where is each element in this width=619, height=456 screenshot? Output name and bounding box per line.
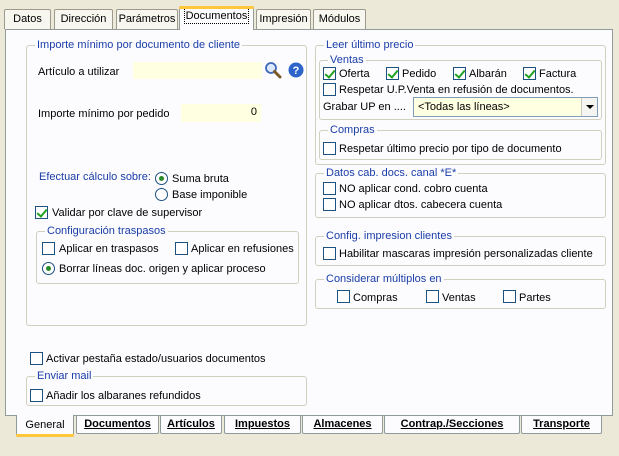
tab-articulos[interactable]: Artículos: [160, 416, 222, 434]
albaran-checkbox[interactable]: [453, 67, 466, 80]
respetar-up-label: Respetar U.P.Venta en refusión de docume…: [339, 84, 574, 96]
tab-transporte[interactable]: Transporte: [521, 416, 602, 434]
respetar-compras-checkbox[interactable]: [323, 142, 336, 155]
tab-impresion[interactable]: Impresión: [256, 9, 311, 29]
tab-bottom-documentos[interactable]: Documentos: [76, 416, 159, 434]
activar-pestana-label: Activar pestaña estado/usuarios document…: [46, 353, 266, 365]
tab-parametros-label: Parámetros: [118, 13, 176, 25]
multiplos-title: Considerar múltiplos en: [324, 272, 444, 286]
no-dtos-checkbox[interactable]: [323, 198, 336, 211]
pedido-checkbox[interactable]: [386, 67, 399, 80]
svg-text:?: ?: [293, 65, 300, 77]
tab-transporte-label: Transporte: [533, 418, 590, 430]
tab-general[interactable]: General: [16, 415, 74, 437]
borrar-lineas-label: Borrar líneas doc. origen y aplicar proc…: [59, 263, 266, 275]
tab-parametros[interactable]: Parámetros: [116, 9, 178, 29]
aplicar-traspasos-label: Aplicar en traspasos: [59, 243, 159, 255]
factura-checkbox[interactable]: [523, 67, 536, 80]
tab-modulos-label: Módulos: [318, 13, 361, 25]
ventas-title: Ventas: [328, 53, 366, 67]
tab-general-label: General: [25, 419, 65, 431]
tab-modulos[interactable]: Módulos: [313, 9, 366, 29]
base-imponible-radio[interactable]: [155, 188, 168, 201]
validar-supervisor-checkbox[interactable]: [35, 206, 48, 219]
importe-pedido-input[interactable]: 0: [181, 104, 261, 122]
documentos-panel: Importe mínimo por documento de cliente …: [5, 29, 613, 416]
tab-bottom-documentos-label: Documentos: [84, 418, 151, 430]
calculo-label: Efectuar cálculo sobre:: [39, 171, 151, 183]
validar-supervisor-label: Validar por clave de supervisor: [52, 207, 203, 219]
multiplos-ventas-label: Ventas: [442, 292, 476, 304]
oferta-label: Oferta: [339, 68, 370, 80]
enviar-mail-title: Enviar mail: [35, 369, 94, 383]
tab-contrap-secciones-label: Contrap./Secciones: [400, 418, 504, 430]
grabar-up-value: <Todas las líneas>: [418, 101, 510, 113]
search-icon[interactable]: [264, 61, 282, 79]
traspasos-group: Configuración traspasos: [36, 224, 299, 284]
aplicar-traspasos-checkbox[interactable]: [42, 242, 55, 255]
borrar-lineas-radio[interactable]: [42, 262, 55, 275]
base-imponible-label: Base imponible: [172, 189, 248, 201]
albaran-label: Albarán: [469, 68, 507, 80]
tab-impresion-label: Impresión: [259, 13, 308, 25]
no-cobro-label: NO aplicar cond. cobro cuenta: [339, 183, 488, 195]
tab-documentos[interactable]: Documentos: [179, 6, 254, 30]
tab-almacenes[interactable]: Almacenes: [302, 416, 383, 434]
grabar-up-label: Grabar UP en ....: [323, 101, 406, 113]
no-dtos-label: NO aplicar dtos. cabecera cuenta: [339, 199, 503, 211]
pedido-label: Pedido: [402, 68, 437, 80]
activar-pestana-checkbox[interactable]: [30, 352, 43, 365]
multiplos-partes-label: Partes: [519, 292, 551, 304]
tab-direccion[interactable]: Dirección: [54, 9, 113, 29]
tab-documentos-label: Documentos: [183, 8, 250, 24]
tab-almacenes-label: Almacenes: [313, 418, 372, 430]
traspasos-title: Configuración traspasos: [45, 224, 168, 238]
tab-datos[interactable]: Datos: [4, 9, 51, 29]
habilitar-mascaras-checkbox[interactable]: [323, 247, 336, 260]
importe-pedido-label: Importe mínimo por pedido: [38, 108, 170, 120]
help-icon[interactable]: ?: [288, 62, 304, 78]
multiplos-compras-checkbox[interactable]: [337, 290, 350, 303]
articulo-label: Artículo a utilizar: [38, 66, 120, 78]
multiplos-partes-checkbox[interactable]: [503, 290, 516, 303]
respetar-up-checkbox[interactable]: [323, 83, 336, 96]
aplicar-refusiones-label: Aplicar en refusiones: [191, 243, 294, 255]
tab-datos-label: Datos: [13, 13, 42, 25]
oferta-checkbox[interactable]: [323, 67, 336, 80]
anadir-albaranes-label: Añadir los albaranes refundidos: [46, 390, 201, 402]
top-tab-bar: Datos Dirección Parámetros Documentos Im…: [0, 0, 619, 30]
articulo-input[interactable]: [133, 62, 262, 79]
tab-impuestos[interactable]: Impuestos: [224, 416, 301, 434]
tab-contrap-secciones[interactable]: Contrap./Secciones: [384, 416, 520, 434]
tab-direccion-label: Dirección: [60, 13, 107, 25]
no-cobro-checkbox[interactable]: [323, 182, 336, 195]
chevron-down-icon[interactable]: [581, 98, 597, 116]
multiplos-ventas-checkbox[interactable]: [426, 290, 439, 303]
aplicar-refusiones-checkbox[interactable]: [175, 242, 188, 255]
suma-bruta-radio[interactable]: [155, 172, 168, 185]
compras-title: Compras: [328, 123, 377, 137]
suma-bruta-label: Suma bruta: [172, 173, 229, 185]
respetar-compras-label: Respetar último precio por tipo de docum…: [339, 143, 562, 155]
factura-label: Factura: [539, 68, 577, 80]
multiplos-compras-label: Compras: [353, 292, 398, 304]
importe-minimo-title: Importe mínimo por documento de cliente: [35, 38, 242, 52]
leer-precio-title: Leer último precio: [324, 38, 416, 52]
habilitar-mascaras-label: Habilitar mascaras impresión personaliza…: [339, 248, 593, 260]
tab-articulos-label: Artículos: [167, 418, 215, 430]
datos-cab-title: Datos cab. docs. canal *E*: [324, 166, 459, 180]
config-impresion-title: Config. impresion clientes: [324, 229, 454, 243]
anadir-albaranes-checkbox[interactable]: [30, 389, 43, 402]
grabar-up-select[interactable]: <Todas las líneas>: [413, 97, 598, 117]
tab-impuestos-label: Impuestos: [234, 418, 290, 430]
